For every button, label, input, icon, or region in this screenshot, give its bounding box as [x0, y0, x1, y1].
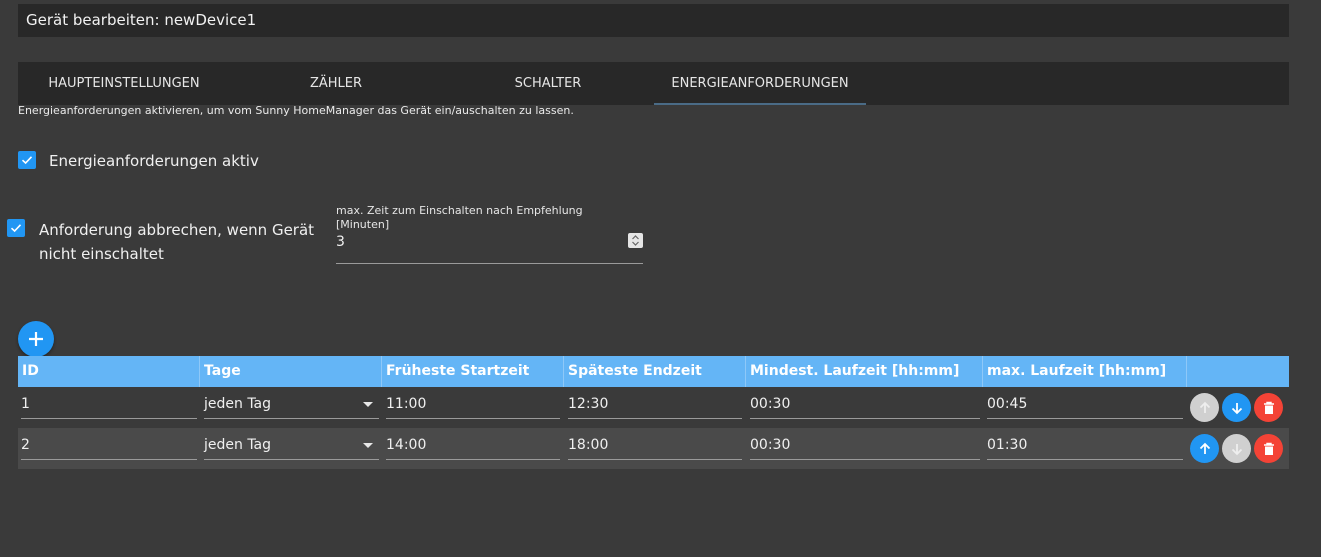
max-switch-on-time-label-line2: [Minuten] — [336, 218, 390, 231]
max-runtime-input[interactable]: 01:30 — [987, 436, 1183, 460]
tab-schalter[interactable]: Schalter — [442, 62, 654, 105]
add-schedule-button[interactable] — [18, 321, 54, 357]
stepper-icon — [632, 235, 639, 246]
earliest-start-input[interactable]: 11:00 — [386, 395, 560, 419]
latest-end-input[interactable]: 18:00 — [568, 436, 742, 460]
arrow-up-icon — [1199, 442, 1210, 454]
tab-haupteinstellungen[interactable]: Haupteinstellungen — [18, 62, 230, 105]
dropdown-arrow-icon — [363, 402, 373, 407]
header-min-runtime: Mindest. Laufzeit [hh:mm] — [746, 356, 983, 387]
header-earliest-start: Früheste Startzeit — [382, 356, 564, 387]
delete-icon — [1263, 442, 1274, 455]
tab-bar: Haupteinstellungen Zähler Schalter Energ… — [18, 62, 1289, 105]
move-down-button[interactable] — [1222, 393, 1251, 422]
earliest-start-input[interactable]: 14:00 — [386, 436, 560, 460]
latest-end-value: 18:00 — [568, 437, 609, 453]
min-runtime-value: 00:30 — [750, 437, 791, 453]
earliest-start-value: 11:00 — [386, 396, 427, 412]
delete-button[interactable] — [1254, 434, 1283, 463]
energy-requests-active-label: Energieanforderungen aktiv — [49, 152, 259, 170]
max-runtime-input[interactable]: 00:45 — [987, 395, 1183, 419]
tab-zaehler[interactable]: Zähler — [230, 62, 442, 105]
add-icon — [29, 332, 43, 346]
max-switch-on-time-field: max. Zeit zum Einschalten nach Empfehlun… — [336, 204, 643, 264]
schedule-table: ID Tage Früheste Startzeit Späteste Endz… — [18, 356, 1289, 469]
latest-end-value: 12:30 — [568, 396, 609, 412]
min-runtime-input[interactable]: 00:30 — [750, 436, 980, 460]
earliest-start-value: 14:00 — [386, 437, 427, 453]
header-id: ID — [18, 356, 200, 387]
header-days: Tage — [200, 356, 382, 387]
cancel-request-label: Anforderung abbrechen, wenn Gerät nicht … — [39, 218, 314, 266]
arrow-down-icon — [1231, 402, 1242, 414]
cancel-request-checkbox[interactable] — [7, 219, 25, 237]
arrow-up-icon — [1199, 401, 1210, 413]
max-runtime-value: 00:45 — [987, 396, 1028, 412]
hint-text: Energieanforderungen aktivieren, um vom … — [18, 104, 574, 117]
id-input[interactable]: 1 — [21, 395, 197, 419]
check-icon — [10, 224, 22, 233]
days-value: jeden Tag — [204, 437, 272, 453]
latest-end-input[interactable]: 12:30 — [568, 395, 742, 419]
id-value: 2 — [21, 437, 30, 453]
move-up-button[interactable] — [1190, 434, 1219, 463]
days-select[interactable]: jeden Tag — [204, 436, 379, 460]
check-icon — [21, 156, 33, 165]
number-stepper[interactable] — [628, 233, 643, 248]
table-row: 2 jeden Tag 14:00 18:00 00:30 01:30 — [18, 428, 1289, 469]
id-value: 1 — [21, 396, 30, 412]
max-runtime-value: 01:30 — [987, 437, 1028, 453]
days-select[interactable]: jeden Tag — [204, 395, 379, 419]
cancel-request-label-line2: nicht einschaltet — [39, 245, 164, 263]
dialog-title: Gerät bearbeiten: newDevice1 — [18, 4, 1289, 37]
energy-requests-active-checkbox[interactable] — [18, 151, 36, 169]
min-runtime-input[interactable]: 00:30 — [750, 395, 980, 419]
min-runtime-value: 00:30 — [750, 396, 791, 412]
header-latest-end: Späteste Endzeit — [564, 356, 746, 387]
move-down-button[interactable] — [1222, 434, 1251, 463]
max-switch-on-time-input[interactable] — [336, 232, 616, 252]
arrow-down-icon — [1231, 443, 1242, 455]
move-up-button[interactable] — [1190, 393, 1219, 422]
table-header: ID Tage Früheste Startzeit Späteste Endz… — [18, 356, 1289, 387]
days-value: jeden Tag — [204, 396, 272, 412]
max-switch-on-time-label: max. Zeit zum Einschalten nach Empfehlun… — [336, 204, 636, 232]
tab-energieanforderungen[interactable]: Energieanforderungen — [654, 62, 866, 105]
table-row: 1 jeden Tag 11:00 12:30 00:30 00:45 — [18, 387, 1289, 428]
delete-button[interactable] — [1254, 393, 1283, 422]
dropdown-arrow-icon — [363, 443, 373, 448]
id-input[interactable]: 2 — [21, 436, 197, 460]
header-max-runtime: max. Laufzeit [hh:mm] — [983, 356, 1187, 387]
cancel-request-label-line1: Anforderung abbrechen, wenn Gerät — [39, 221, 315, 239]
max-switch-on-time-label-line1: max. Zeit zum Einschalten nach Empfehlun… — [336, 204, 583, 217]
delete-icon — [1263, 401, 1274, 414]
